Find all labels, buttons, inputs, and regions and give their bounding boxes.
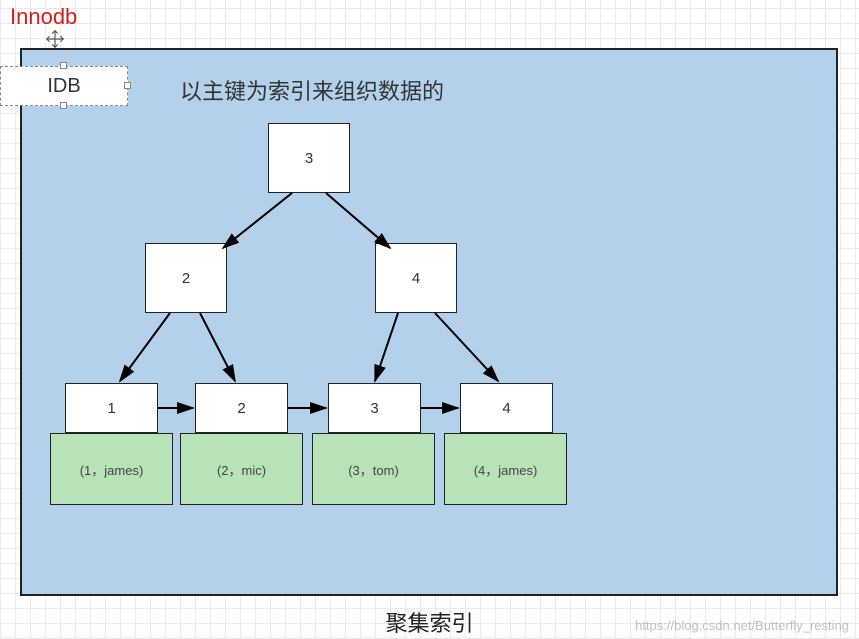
- leaf-node-3: 4: [460, 383, 553, 433]
- root-node: 3: [268, 123, 350, 193]
- data-row-0-label: (1，james): [80, 460, 144, 479]
- data-row-3-label: (4，james): [474, 460, 538, 479]
- leaf-node-0-label: 1: [107, 400, 115, 417]
- data-row-3: (4，james): [444, 433, 567, 505]
- idb-label: IDB: [47, 75, 80, 98]
- mid-node-0-label: 2: [182, 270, 190, 287]
- leaf-node-0: 1: [65, 383, 158, 433]
- data-row-2: (3，tom): [312, 433, 435, 505]
- data-row-1: (2，mic): [180, 433, 303, 505]
- move-cursor-icon: [44, 28, 66, 50]
- data-row-2-label: (3，tom): [348, 460, 399, 479]
- mid-node-1: 4: [375, 243, 457, 313]
- diagram-canvas: [20, 48, 838, 596]
- diagram-subtitle: 以主键为索引来组织数据的: [180, 74, 444, 106]
- leaf-node-1: 2: [195, 383, 288, 433]
- resize-handle-right[interactable]: [124, 82, 131, 89]
- resize-handle-top[interactable]: [60, 62, 67, 69]
- mid-node-1-label: 4: [412, 270, 420, 287]
- leaf-node-2-label: 3: [370, 400, 378, 417]
- resize-handle-bottom[interactable]: [60, 102, 67, 109]
- page-title: Innodb: [10, 4, 77, 30]
- watermark: https://blog.csdn.net/Butterfly_resting: [635, 618, 849, 633]
- data-row-1-label: (2，mic): [217, 460, 266, 479]
- mid-node-0: 2: [145, 243, 227, 313]
- idb-box[interactable]: IDB: [0, 66, 128, 106]
- root-node-label: 3: [305, 150, 313, 167]
- data-row-0: (1，james): [50, 433, 173, 505]
- leaf-node-3-label: 4: [502, 400, 510, 417]
- leaf-node-2: 3: [328, 383, 421, 433]
- leaf-node-1-label: 2: [237, 400, 245, 417]
